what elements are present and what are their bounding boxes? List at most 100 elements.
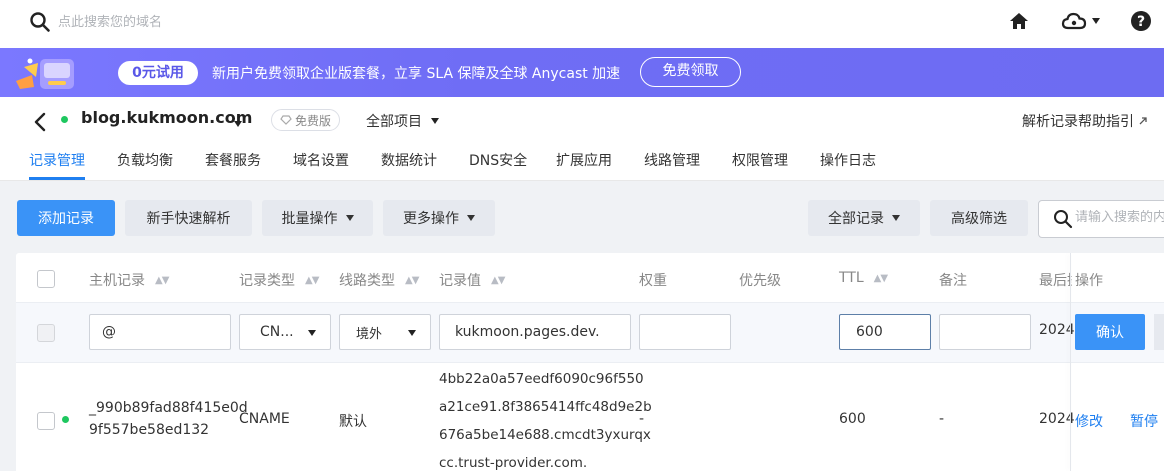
more-operations-button[interactable]: 更多操作: [383, 200, 495, 236]
tab-permissions[interactable]: 权限管理: [732, 150, 788, 170]
col-ttl[interactable]: TTL ▲▼: [839, 270, 888, 286]
host-line: 9f557be58ed132: [89, 422, 210, 438]
col-host-label: 主机记录: [89, 273, 145, 289]
record-status-dot: [62, 416, 69, 423]
tab-domain-settings[interactable]: 域名设置: [293, 150, 349, 170]
sort-icon: ▲▼: [491, 274, 505, 286]
ttl-field-value: 600: [856, 324, 883, 340]
table-header: 主机记录 ▲▼ 记录类型 ▲▼ 线路类型 ▲▼ 记录值 ▲▼ 权重 优先级 TTL ▲▼ …: [16, 253, 1164, 303]
promo-banner: 0元试用 新用户免费领取企业版套餐，立享 SLA 保障及全球 Anycast 加…: [0, 48, 1164, 97]
quick-resolve-label: 新手快速解析: [146, 211, 231, 227]
chevron-down-icon: [467, 215, 475, 221]
project-select[interactable]: 全部项目: [366, 111, 440, 131]
select-all-checkbox[interactable]: [37, 270, 55, 288]
col-ttl-label: TTL: [839, 270, 864, 286]
add-record-button[interactable]: 添加记录: [17, 200, 115, 236]
host-field-value: @: [102, 324, 116, 340]
record-search-input[interactable]: [1075, 210, 1164, 225]
record-filter-select[interactable]: 全部记录: [808, 200, 920, 236]
type-select-value: CN...: [260, 324, 294, 340]
tab-bar: 记录管理 负载均衡 套餐服务 域名设置 数据统计 DNS安全 扩展应用 线路管理…: [0, 147, 1164, 181]
edit-link[interactable]: 修改: [1075, 411, 1103, 431]
record-help-label: 解析记录帮助指引: [1022, 114, 1134, 130]
row-checkbox: [37, 324, 55, 342]
batch-operations-label: 批量操作: [281, 211, 338, 227]
table-row: _990b89fad88f415e0d 9f557be58ed132 CNAME…: [16, 364, 1164, 471]
col-line[interactable]: 线路类型 ▲▼: [339, 270, 419, 290]
chevron-down-icon: [408, 330, 416, 336]
active-tab-indicator: [29, 177, 85, 180]
cancel-button[interactable]: [1154, 314, 1164, 350]
tab-dns-security[interactable]: DNS安全: [469, 150, 527, 170]
domain-search-input[interactable]: [58, 12, 358, 32]
ttl-field[interactable]: 600: [839, 314, 931, 350]
domain-switch-caret-icon[interactable]: [233, 116, 243, 127]
search-icon: [1054, 210, 1073, 229]
weight-field[interactable]: [639, 314, 731, 350]
tab-statistics[interactable]: 数据统计: [381, 150, 437, 170]
external-link-icon: [1139, 117, 1147, 125]
cloud-icon: [1061, 12, 1087, 30]
host-cell: _990b89fad88f415e0d 9f557be58ed132: [89, 397, 248, 441]
type-select[interactable]: CN...: [239, 314, 331, 350]
domain-status-dot: [61, 116, 68, 123]
back-arrow-icon[interactable]: [31, 111, 51, 133]
home-icon[interactable]: [1008, 10, 1030, 32]
claim-free-button[interactable]: 免费领取: [640, 57, 741, 87]
confirm-button[interactable]: 确认: [1075, 314, 1145, 350]
confirm-label: 确认: [1096, 325, 1124, 341]
tab-line-management[interactable]: 线路管理: [644, 150, 700, 170]
fixed-column-divider: [1070, 253, 1071, 471]
gift-illustration-icon: [10, 53, 80, 95]
col-updated: 最后操作时间: [1039, 270, 1072, 290]
value-field[interactable]: kukmoon.pages.dev.: [439, 314, 631, 350]
col-type[interactable]: 记录类型 ▲▼: [239, 270, 319, 290]
record-help-link[interactable]: 解析记录帮助指引: [1022, 111, 1148, 131]
domain-name[interactable]: blog.kukmoon.com: [81, 108, 252, 127]
batch-operations-button[interactable]: 批量操作: [262, 200, 373, 236]
col-priority: 优先级: [739, 270, 781, 290]
line-select[interactable]: 境外: [339, 314, 431, 350]
tab-packages[interactable]: 套餐服务: [205, 150, 261, 170]
col-weight: 权重: [639, 270, 667, 290]
cloud-menu[interactable]: [1061, 10, 1105, 32]
tab-operation-log[interactable]: 操作日志: [820, 150, 876, 170]
project-label: 全部项目: [366, 114, 422, 130]
chevron-down-icon: [345, 215, 354, 221]
row-checkbox[interactable]: [37, 412, 55, 430]
tab-extensions[interactable]: 扩展应用: [556, 150, 612, 170]
remark-cell: -: [939, 411, 945, 427]
host-field[interactable]: @: [89, 314, 231, 350]
chevron-down-icon: [431, 118, 439, 124]
line-select-value: 境外: [356, 326, 383, 342]
chevron-down-icon: [1092, 18, 1100, 24]
tab-records[interactable]: 记录管理: [29, 150, 85, 170]
col-value[interactable]: 记录值 ▲▼: [439, 270, 505, 290]
value-line: 4bb22a0a57eedf6090c96f550: [439, 371, 644, 387]
col-host[interactable]: 主机记录 ▲▼: [89, 270, 169, 290]
quick-resolve-button[interactable]: 新手快速解析: [125, 200, 252, 236]
host-line: _990b89fad88f415e0d: [89, 400, 248, 416]
weight-cell: -: [639, 411, 645, 427]
more-operations-label: 更多操作: [403, 211, 459, 227]
col-type-label: 记录类型: [239, 273, 295, 289]
remark-field[interactable]: [939, 314, 1031, 350]
chevron-down-icon: [308, 330, 316, 336]
banner-text: 新用户免费领取企业版套餐，立享 SLA 保障及全球 Anycast 加速: [212, 66, 621, 82]
pause-link[interactable]: 暂停: [1130, 411, 1158, 431]
record-search-box: [1038, 200, 1164, 238]
search-icon[interactable]: [29, 11, 51, 33]
col-updated-label: 最后操作时间: [1039, 273, 1072, 289]
help-icon[interactable]: ?: [1130, 10, 1152, 32]
col-weight-label: 权重: [639, 273, 667, 289]
tab-load-balancing[interactable]: 负载均衡: [117, 150, 173, 170]
sort-icon: ▲▼: [405, 274, 419, 286]
svg-text:?: ?: [1137, 14, 1145, 30]
col-value-label: 记录值: [439, 273, 481, 289]
advanced-filter-button[interactable]: 高级筛选: [930, 200, 1028, 236]
type-cell: CNAME: [239, 411, 290, 427]
line-cell: 默认: [339, 414, 367, 430]
plan-badge[interactable]: 免费版: [271, 109, 340, 131]
value-cell: 4bb22a0a57eedf6090c96f550 a21ce91.8f3865…: [439, 365, 652, 471]
col-priority-label: 优先级: [739, 273, 781, 289]
